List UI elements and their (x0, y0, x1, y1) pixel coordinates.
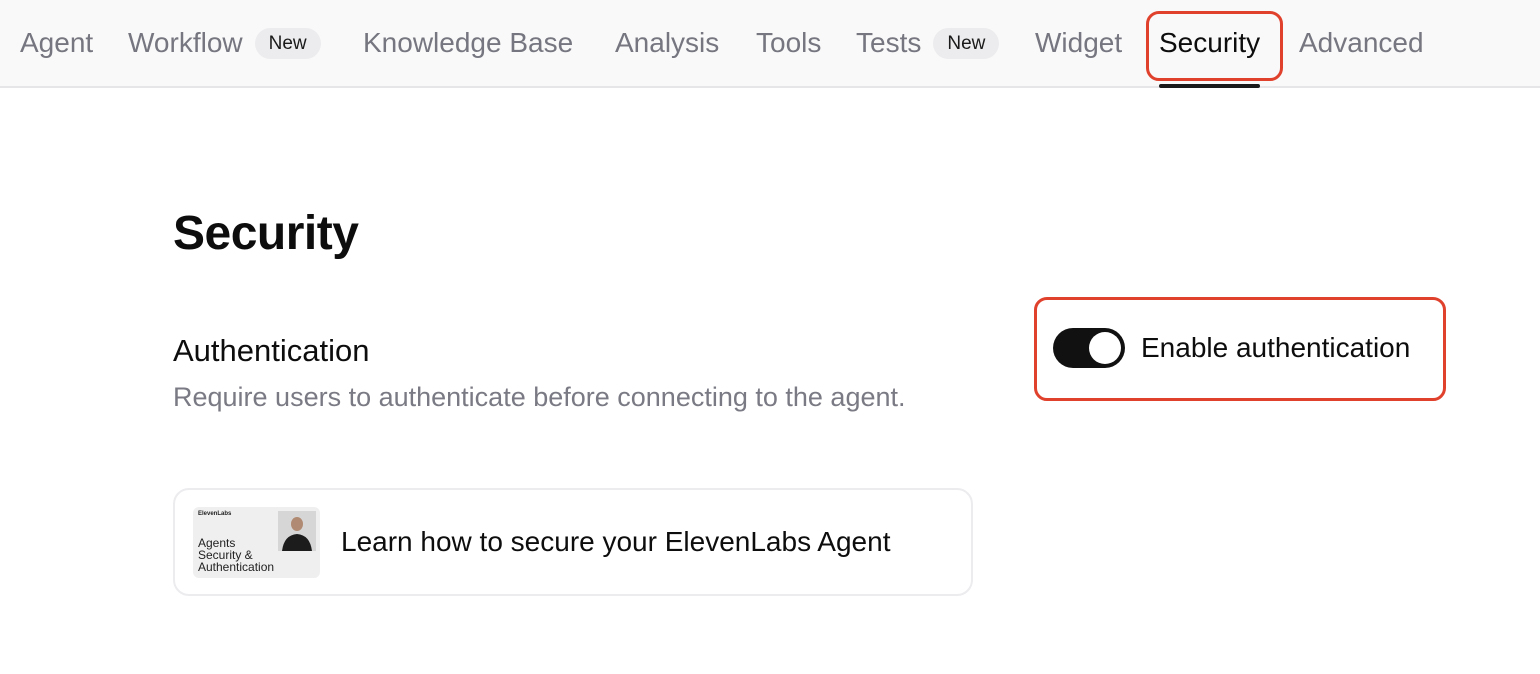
enable-authentication-toggle[interactable] (1053, 328, 1125, 368)
tab-label: Widget (1035, 27, 1123, 58)
tab-label: Tests (856, 27, 922, 58)
thumbnail-caption: Agents Security & Authentication (198, 537, 278, 573)
enable-authentication-label[interactable]: Enable authentication (1141, 332, 1410, 364)
tab-tools[interactable]: Tools (756, 0, 821, 86)
tab-label: Advanced (1299, 27, 1424, 58)
tab-label: Tools (756, 27, 822, 58)
presenter-photo (278, 510, 316, 551)
tab-agent[interactable]: Agent (20, 0, 93, 86)
caption-line: Agents (198, 535, 236, 550)
thumbnail-brand: ElevenLabs (198, 510, 232, 517)
tab-bar: Agent Workflow New Knowledge Base Analys… (0, 0, 1540, 88)
new-badge: New (254, 27, 321, 59)
video-thumbnail: ElevenLabs Agents Security & Authenticat… (193, 506, 320, 578)
caption-line: Security & (198, 547, 253, 562)
learn-security-card[interactable]: ElevenLabs Agents Security & Authenticat… (173, 488, 973, 596)
learn-card-text: Learn how to secure your ElevenLabs Agen… (341, 526, 891, 557)
enable-authentication-control: Enable authentication (1053, 324, 1410, 372)
authentication-description: Require users to authenticate before con… (173, 382, 906, 412)
caption-line: Authentication (198, 559, 275, 574)
tab-label: Analysis (615, 27, 720, 58)
page-title: Security (173, 207, 359, 260)
tab-advanced[interactable]: Advanced (1299, 0, 1424, 86)
tab-security[interactable]: Security (1159, 0, 1261, 88)
tab-widget[interactable]: Widget (1035, 0, 1122, 86)
tab-label: Knowledge Base (363, 27, 574, 58)
tab-knowledge-base[interactable]: Knowledge Base (363, 0, 573, 86)
tab-label: Security (1159, 27, 1261, 58)
authentication-heading: Authentication (173, 333, 370, 368)
tab-analysis[interactable]: Analysis (615, 0, 719, 86)
tab-label: Workflow (128, 27, 243, 58)
new-badge: New (933, 27, 1000, 59)
toggle-knob (1089, 332, 1121, 364)
tab-workflow[interactable]: Workflow New (128, 0, 321, 86)
tab-tests[interactable]: Tests New (856, 0, 1000, 86)
tab-label: Agent (20, 27, 94, 58)
